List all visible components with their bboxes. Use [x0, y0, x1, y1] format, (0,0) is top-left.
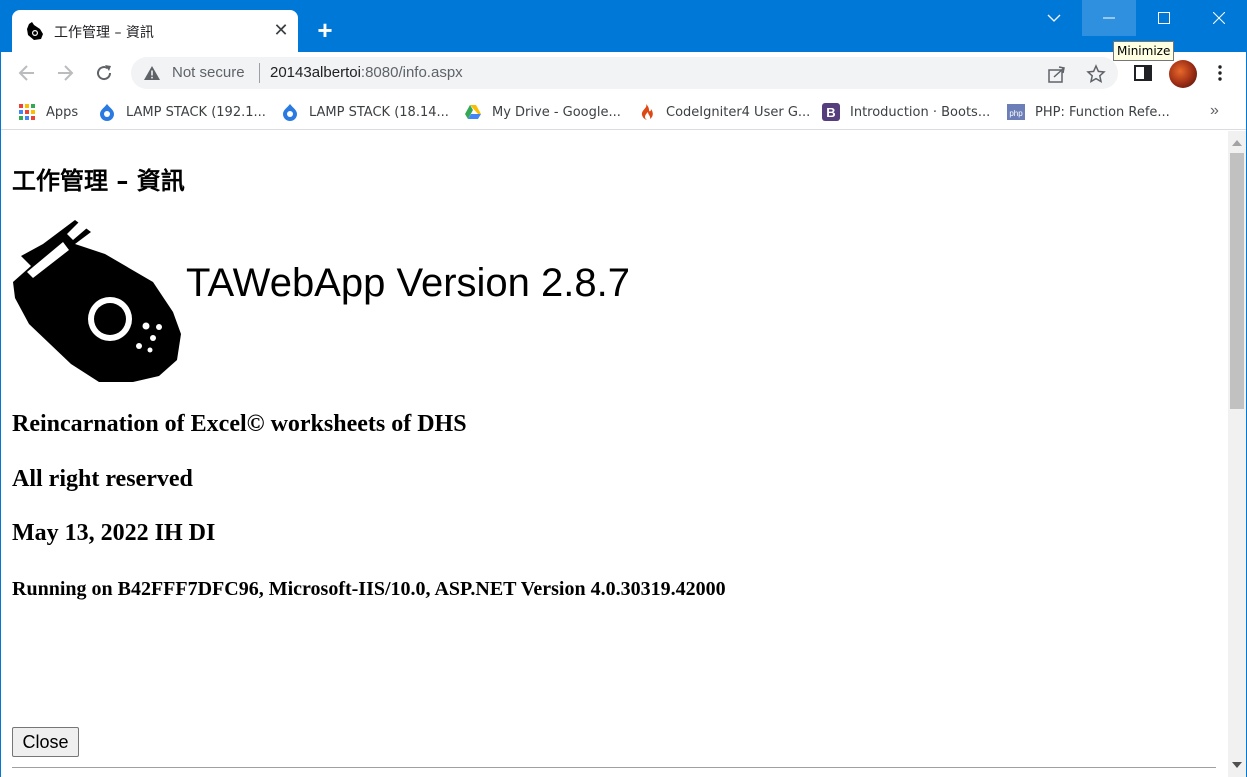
url-path: :8080/info.aspx: [360, 64, 463, 81]
close-button[interactable]: Close: [12, 727, 79, 757]
bookmark-label: LAMP STACK (18.14...: [309, 104, 449, 120]
url-host: 20143albertoi: [270, 64, 361, 81]
millennium-falcon-logo: [13, 220, 181, 382]
bookmarks-bar: Apps LAMP STACK (192.1... LAMP STACK (18…: [0, 94, 1247, 130]
new-tab-button[interactable]: +: [312, 17, 338, 44]
app-version-heading: TAWebApp Version 2.8.7: [186, 261, 630, 305]
page-title: 工作管理 – 資訊: [12, 167, 185, 195]
rights-notice: All right reserved: [12, 466, 193, 492]
app-description: Reincarnation of Excel© worksheets of DH…: [12, 411, 467, 437]
share-icon[interactable]: [1047, 64, 1067, 84]
scroll-down-arrow-icon[interactable]: [1232, 762, 1242, 768]
security-status[interactable]: Not secure: [172, 64, 245, 81]
url-text[interactable]: 20143albertoi:8080/info.aspx: [270, 64, 463, 81]
omnibox-separator: [259, 63, 260, 83]
kebab-menu-icon: [1218, 65, 1222, 81]
drupal-icon: [283, 104, 297, 121]
arrow-left-icon: [18, 65, 34, 81]
forward-button[interactable]: [52, 60, 78, 86]
warning-icon[interactable]: [143, 65, 161, 81]
google-drive-icon: [465, 105, 481, 119]
bookmark-php[interactable]: php PHP: Function Refe...: [1007, 101, 1170, 123]
tab-title: 工作管理 – 資訊: [54, 25, 154, 41]
bookmark-label: LAMP STACK (192.1...: [126, 104, 266, 120]
minimize-tooltip: Minimize: [1113, 41, 1175, 61]
browser-toolbar: Not secure 20143albertoi:8080/info.aspx: [0, 52, 1247, 94]
tab-search-button[interactable]: [1027, 0, 1081, 36]
bootstrap-icon: B: [822, 103, 840, 121]
bookmark-label: PHP: Function Refe...: [1035, 104, 1170, 120]
bookmark-label: Apps: [46, 104, 79, 120]
bookmark-label: Introduction · Boots...: [850, 104, 991, 120]
falcon-icon: [27, 22, 43, 40]
chevron-down-icon: [1047, 14, 1061, 22]
window-border-left: [0, 52, 1, 777]
bookmark-label: CodeIgniter4 User G...: [666, 104, 811, 120]
vertical-scrollbar[interactable]: [1228, 131, 1246, 777]
side-panel-icon: [1134, 65, 1152, 81]
bookmark-lamp-stack-2[interactable]: LAMP STACK (18.14...: [281, 101, 449, 123]
bookmark-lamp-stack-1[interactable]: LAMP STACK (192.1...: [98, 101, 266, 123]
back-button[interactable]: [14, 60, 40, 86]
svg-text:php: php: [1009, 109, 1023, 118]
scrollbar-thumb[interactable]: [1230, 153, 1244, 409]
bookmark-star-icon[interactable]: [1086, 64, 1106, 84]
drupal-icon: [100, 104, 114, 121]
minimize-button[interactable]: [1082, 0, 1136, 36]
codeigniter-icon: [641, 104, 653, 120]
runtime-info: Running on B42FFF7DFC96, Microsoft-IIS/1…: [12, 578, 726, 600]
address-bar[interactable]: Not secure 20143albertoi:8080/info.aspx: [131, 57, 1118, 89]
browser-tab[interactable]: 工作管理 – 資訊 ✕: [12, 10, 298, 52]
maximize-icon: [1158, 12, 1170, 24]
page-content: 工作管理 – 資訊 TAWebApp Version 2.8.7 Reincar…: [1, 131, 1227, 777]
browser-titlebar: 工作管理 – 資訊 ✕ +: [0, 0, 1247, 52]
scroll-up-arrow-icon[interactable]: [1232, 140, 1242, 146]
svg-text:B: B: [826, 105, 835, 120]
bookmark-apps[interactable]: Apps: [18, 101, 78, 123]
reload-icon: [97, 65, 112, 81]
minimize-icon: [1103, 17, 1115, 19]
close-icon: [1212, 11, 1226, 25]
release-info: May 13, 2022 IH DI: [12, 520, 216, 546]
profile-avatar[interactable]: [1169, 60, 1197, 88]
arrow-right-icon: [58, 65, 74, 81]
reload-button[interactable]: [91, 60, 117, 86]
bookmark-codeigniter[interactable]: CodeIgniter4 User G...: [638, 101, 810, 123]
side-panel-button[interactable]: [1131, 61, 1155, 85]
bookmark-label: My Drive - Google...: [492, 104, 621, 120]
apps-grid-icon: [19, 104, 35, 120]
bookmarks-overflow-button[interactable]: »: [1210, 102, 1219, 120]
bookmark-bootstrap[interactable]: B Introduction · Boots...: [822, 101, 990, 123]
tab-close-icon[interactable]: ✕: [270, 19, 292, 41]
maximize-button[interactable]: [1137, 0, 1191, 36]
window-close-button[interactable]: [1192, 0, 1246, 36]
php-icon: php: [1007, 104, 1025, 120]
page-divider: [12, 767, 1216, 768]
menu-button[interactable]: [1208, 61, 1232, 85]
bookmark-google-drive[interactable]: My Drive - Google...: [464, 101, 621, 123]
